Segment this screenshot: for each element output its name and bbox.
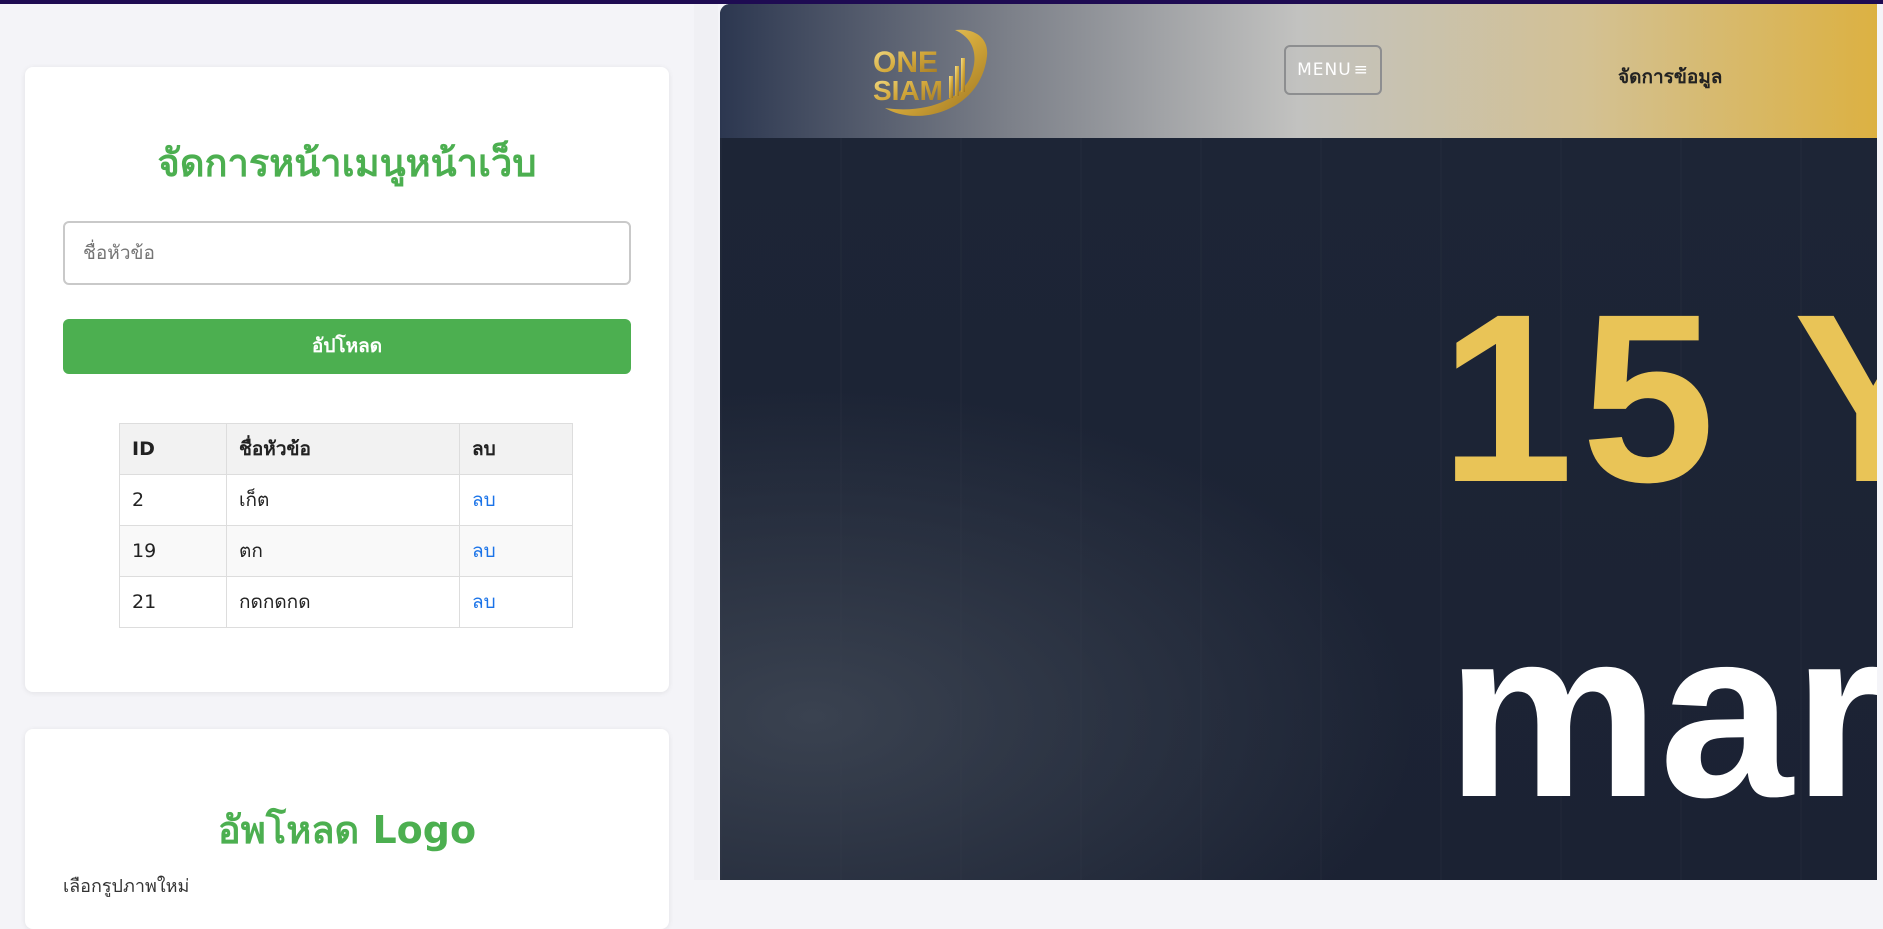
table-row: 21 กดกดกด ลบ — [119, 576, 573, 628]
column-header-topic: ชื่อหัวข้อ — [226, 423, 460, 475]
delete-link[interactable]: ลบ — [472, 489, 496, 511]
hamburger-icon: ≡ — [1353, 60, 1369, 80]
row-id: 19 — [119, 525, 227, 577]
site-preview: ONE SIAM MENU ≡ จัดการข้อมูล 15 Y mar — [720, 4, 1877, 880]
preview-header: ONE SIAM MENU ≡ จัดการข้อมูล — [720, 4, 1877, 138]
admin-panel: จัดการหน้าเมนูหน้าเว็บ อัปโหลด ID ชื่อหั… — [0, 4, 694, 929]
column-header-delete: ลบ — [459, 423, 573, 475]
manage-data-link[interactable]: จัดการข้อมูล — [1618, 62, 1722, 92]
menu-manager-card: จัดการหน้าเมนูหน้าเว็บ อัปโหลด ID ชื่อหั… — [25, 67, 669, 692]
table-row: 2 เก็ต ลบ — [119, 474, 573, 526]
delete-cell: ลบ — [459, 576, 573, 628]
menu-button[interactable]: MENU ≡ — [1284, 45, 1382, 95]
delete-cell: ลบ — [459, 474, 573, 526]
topic-name-input[interactable] — [63, 221, 631, 285]
row-topic-name: กดกดกด — [226, 576, 460, 628]
row-id: 21 — [119, 576, 227, 628]
one-siam-logo[interactable]: ONE SIAM — [865, 24, 991, 122]
column-header-id: ID — [119, 423, 227, 475]
logo-text-siam: SIAM — [873, 75, 943, 106]
table-row: 19 ตก ลบ — [119, 525, 573, 577]
table-header-row: ID ชื่อหัวข้อ ลบ — [119, 423, 573, 475]
row-topic-name: ตก — [226, 525, 460, 577]
menu-manager-title: จัดการหน้าเมนูหน้าเว็บ — [157, 141, 537, 185]
delete-link[interactable]: ลบ — [472, 591, 496, 613]
hero-headline-gold: 15 Y — [1440, 264, 1877, 532]
delete-link[interactable]: ลบ — [472, 540, 496, 562]
logo-upload-title: อัพโหลด Logo — [217, 808, 477, 852]
hero-headline-white: mar — [1446, 579, 1877, 847]
menu-label: MENU — [1297, 60, 1352, 80]
topics-table: ID ชื่อหัวข้อ ลบ 2 เก็ต ลบ 19 ตก ลบ 21 ก… — [119, 423, 573, 628]
column-divider — [694, 4, 718, 880]
row-id: 2 — [119, 474, 227, 526]
upload-button[interactable]: อัปโหลด — [63, 319, 631, 374]
logo-upload-card: อัพโหลด Logo เลือกรูปภาพใหม่ — [25, 729, 669, 929]
delete-cell: ลบ — [459, 525, 573, 577]
row-topic-name: เก็ต — [226, 474, 460, 526]
hero-banner: 15 Y mar — [720, 138, 1877, 880]
choose-image-label: เลือกรูปภาพใหม่ — [63, 876, 190, 897]
